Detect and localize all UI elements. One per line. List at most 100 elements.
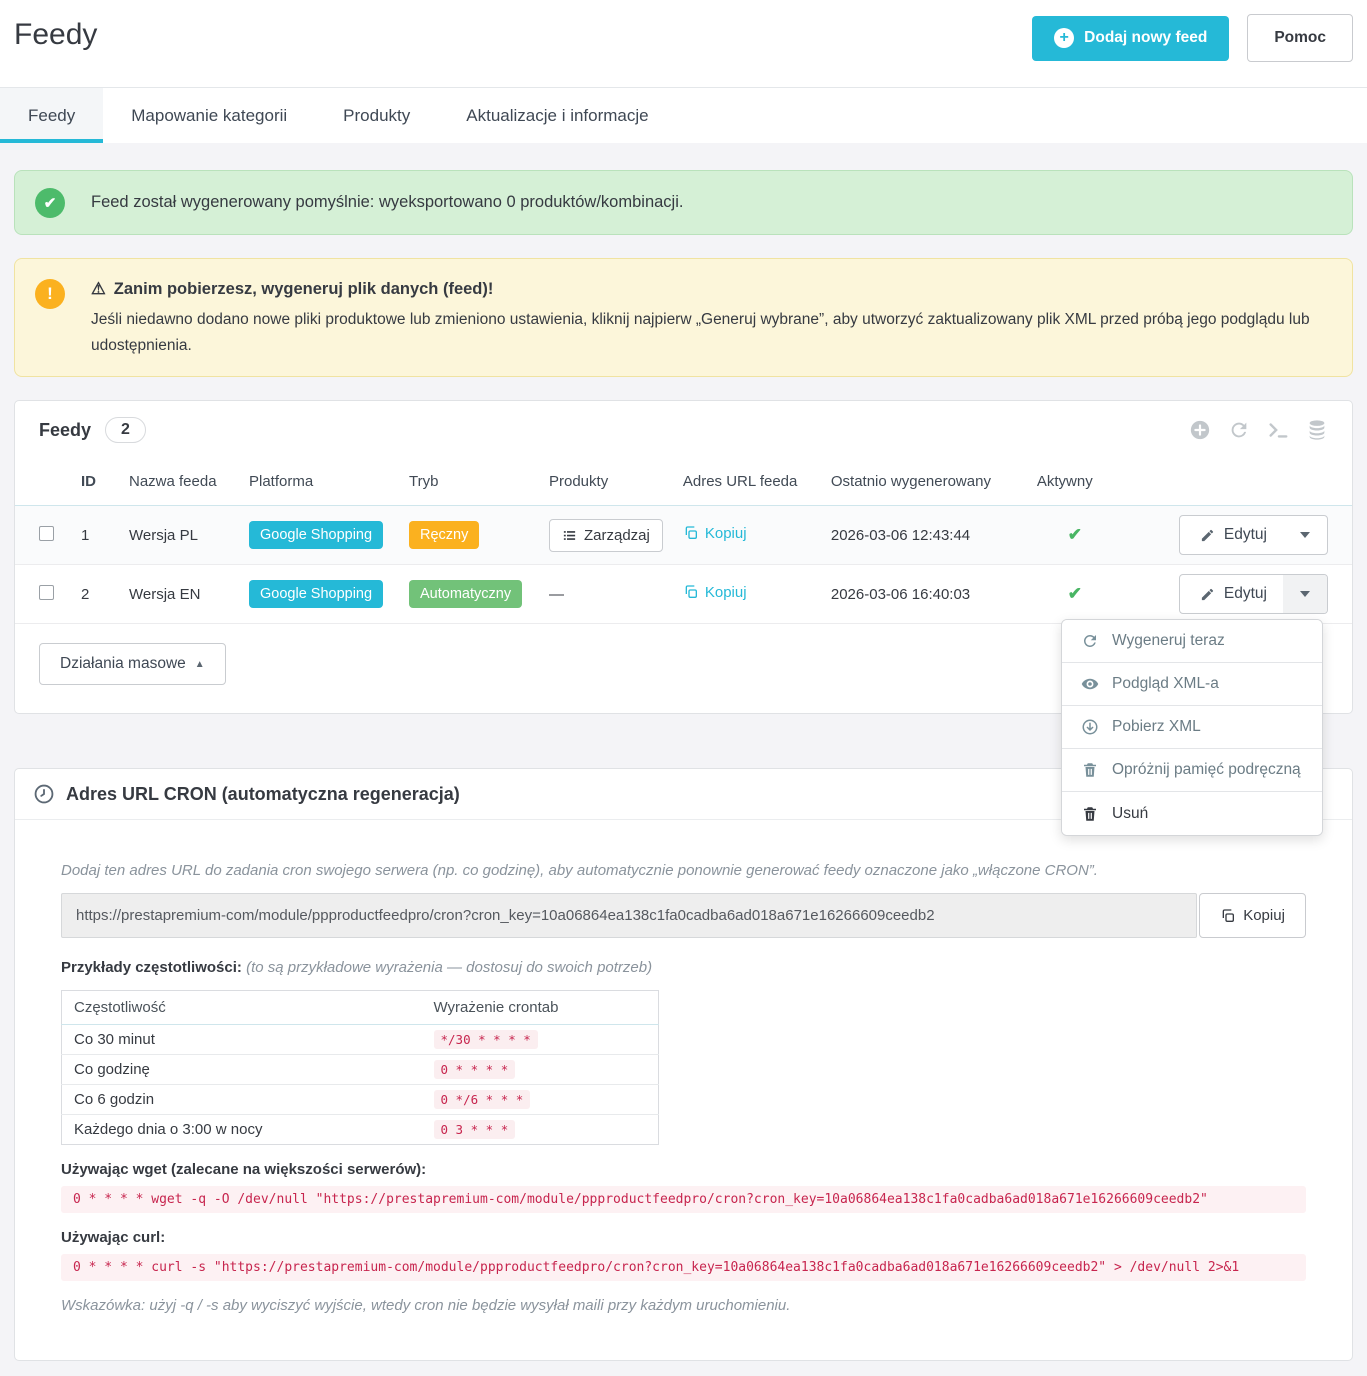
curl-command: 0 * * * * curl -s "https://prestapremium… xyxy=(61,1254,1306,1282)
feed-id: 1 xyxy=(71,505,119,566)
freq-label: Co 6 godzin xyxy=(61,1084,422,1116)
row-checkbox[interactable] xyxy=(39,584,54,600)
warning-exclamation-icon: ! xyxy=(35,279,65,309)
panel-refresh-icon[interactable] xyxy=(1228,419,1250,441)
menu-item-label: Usuń xyxy=(1112,804,1149,822)
column-active: Aktywny xyxy=(1026,457,1123,507)
edit-split-button: Edytuj xyxy=(1178,574,1328,615)
pencil-icon xyxy=(1200,528,1215,543)
warning-alert-content: ⚠ Zanim pobierzesz, wygeneruj plik danyc… xyxy=(91,279,1332,358)
success-alert-text: Feed został wygenerowany pomyślnie: wyek… xyxy=(91,193,684,211)
column-id: ID xyxy=(71,457,119,507)
warning-alert-title: ⚠ Zanim pobierzesz, wygeneruj plik danyc… xyxy=(91,279,1332,299)
feeds-table-header-row: ID Nazwa feeda Platforma Tryb Produkty A… xyxy=(15,457,1352,507)
panel-terminal-icon[interactable] xyxy=(1267,419,1289,441)
column-mode: Tryb xyxy=(399,457,539,507)
edit-dropdown-toggle[interactable] xyxy=(1283,575,1327,614)
menu-item-delete[interactable]: Usuń xyxy=(1062,792,1322,835)
examples-label: Przykłady częstotliwości: xyxy=(61,959,242,977)
wget-label: Używając wget (zalecane na większości se… xyxy=(61,1161,427,1179)
menu-item-label: Wygeneruj teraz xyxy=(1112,632,1225,649)
column-platform: Platforma xyxy=(239,457,399,507)
plus-circle-icon: + xyxy=(1054,28,1075,48)
cron-intro-text: Dodaj ten adres URL do zadania cron swoj… xyxy=(61,862,1098,880)
table-row: Każdego dnia o 3:00 w nocy 0 3 * * * xyxy=(62,1115,659,1145)
manage-products-label: Zarządzaj xyxy=(584,526,650,544)
menu-item-generate-now[interactable]: Wygeneruj teraz xyxy=(1062,620,1322,663)
topbar-actions: + Dodaj nowy feed Pomoc xyxy=(1032,14,1353,62)
edit-dropdown-menu: Wygeneruj teraz Podgląd XML-a Pobierz XM… xyxy=(1061,619,1323,836)
cron-url-row: https://prestapremium-com/module/ppprodu… xyxy=(61,893,1306,939)
row-checkbox[interactable] xyxy=(39,525,54,541)
feed-id: 2 xyxy=(71,564,119,625)
menu-item-clear-cache[interactable]: Opróżnij pamięć podręczną xyxy=(1062,749,1322,792)
table-row: Co godzinę 0 * * * * xyxy=(61,1054,659,1086)
add-feed-button-label: Dodaj nowy feed xyxy=(1084,29,1208,46)
trash-icon xyxy=(1081,761,1099,779)
edit-button[interactable]: Edytuj xyxy=(1180,516,1283,554)
freq-column-crontab: Wyrażenie crontab xyxy=(421,990,659,1026)
panel-add-icon[interactable] xyxy=(1189,419,1211,441)
feeds-panel-header: Feedy 2 xyxy=(15,401,1352,457)
edit-dropdown-toggle[interactable] xyxy=(1283,516,1327,554)
menu-item-download-xml[interactable]: Pobierz XML xyxy=(1062,706,1322,749)
freq-label: Każdego dnia o 3:00 w nocy xyxy=(74,1121,263,1139)
bulk-actions-button[interactable]: Działania masowe ▲ xyxy=(39,643,226,686)
warning-title-text: Zanim pobierzesz, wygeneruj plik danych … xyxy=(113,279,494,298)
examples-line: Przykłady częstotliwości: (to są przykła… xyxy=(61,959,1306,976)
copy-feed-url-link[interactable]: Kopiuj xyxy=(683,525,747,542)
table-row: Co 30 minut */30 * * * * xyxy=(61,1024,659,1056)
edit-button[interactable]: Edytuj xyxy=(1180,575,1283,613)
tab-bar: Feedy Mapowanie kategorii Produkty Aktua… xyxy=(0,87,1367,143)
copy-cron-url-button[interactable]: Kopiuj xyxy=(1199,893,1306,939)
copy-feed-url-link[interactable]: Kopiuj xyxy=(683,584,747,601)
active-check-icon: ✔ xyxy=(1067,584,1082,604)
success-check-icon: ✔ xyxy=(35,187,65,218)
freq-label: Co 30 minut xyxy=(61,1024,422,1056)
cron-panel-body: Dodaj ten adres URL do zadania cron swoj… xyxy=(15,820,1352,1360)
column-products: Produkty xyxy=(539,457,673,507)
mode-badge: Ręczny xyxy=(409,521,480,550)
tab-feedy-label: Feedy xyxy=(28,105,76,125)
copy-icon xyxy=(683,525,699,541)
warning-alert: ! ⚠ Zanim pobierzesz, wygeneruj plik dan… xyxy=(14,258,1353,378)
cron-url-field[interactable]: https://prestapremium-com/module/ppprodu… xyxy=(61,893,1198,939)
table-row: Co 6 godzin 0 */6 * * * xyxy=(61,1084,659,1116)
wget-command: 0 * * * * wget -q -O /dev/null "https://… xyxy=(61,1186,1306,1214)
cron-tip-text: Wskazówka: użyj -q / -s aby wyciszyć wyj… xyxy=(61,1297,791,1315)
tab-aktualizacje[interactable]: Aktualizacje i informacje xyxy=(438,88,676,143)
help-button[interactable]: Pomoc xyxy=(1247,14,1353,62)
products-empty-value: — xyxy=(539,564,673,625)
pencil-icon xyxy=(1200,587,1215,602)
tab-aktualizacje-label: Aktualizacje i informacje xyxy=(466,105,649,125)
table-row-feed-1: 1 Wersja PL Google Shopping Ręczny Zarzą… xyxy=(15,505,1352,566)
freq-label: Co godzinę xyxy=(61,1054,422,1086)
menu-item-label: Opróżnij pamięć podręczną xyxy=(1112,761,1301,778)
edit-button-label: Edytuj xyxy=(1223,585,1267,603)
list-icon xyxy=(562,528,577,543)
crontab-expression: 0 3 * * * xyxy=(433,1120,516,1140)
copy-feed-url-label: Kopiuj xyxy=(704,583,747,601)
feed-name: Wersja EN xyxy=(119,564,239,625)
crontab-expression: 0 */6 * * * xyxy=(433,1090,531,1110)
curl-label: Używając curl: xyxy=(61,1229,166,1247)
tab-mapowanie-kategorii[interactable]: Mapowanie kategorii xyxy=(103,88,315,143)
tab-feedy[interactable]: Feedy xyxy=(0,88,104,143)
menu-item-label: Podgląd XML-a xyxy=(1112,675,1219,692)
tab-mapowanie-label: Mapowanie kategorii xyxy=(131,105,288,125)
edit-button-label: Edytuj xyxy=(1223,526,1267,544)
panel-database-icon[interactable] xyxy=(1306,419,1328,441)
menu-item-preview-xml[interactable]: Podgląd XML-a xyxy=(1062,663,1322,706)
menu-item-label: Pobierz XML xyxy=(1112,718,1201,735)
warning-triangle-icon: ⚠ xyxy=(91,280,106,298)
tab-produkty[interactable]: Produkty xyxy=(315,88,438,143)
last-generated-value: 2026-03-06 12:43:44 xyxy=(820,505,1027,566)
warning-alert-body: Jeśli niedawno dodano nowe pliki produkt… xyxy=(91,311,1310,354)
manage-products-button[interactable]: Zarządzaj xyxy=(549,518,663,552)
bulk-actions-label: Działania masowe xyxy=(60,655,186,673)
frequency-table-header-row: Częstotliwość Wyrażenie crontab xyxy=(61,990,659,1026)
add-feed-button[interactable]: + Dodaj nowy feed xyxy=(1032,15,1230,61)
success-alert: ✔ Feed został wygenerowany pomyślnie: wy… xyxy=(14,170,1353,235)
cron-panel: Adres URL CRON (automatyczna regeneracja… xyxy=(14,768,1353,1362)
header-checkbox-col xyxy=(15,457,71,507)
